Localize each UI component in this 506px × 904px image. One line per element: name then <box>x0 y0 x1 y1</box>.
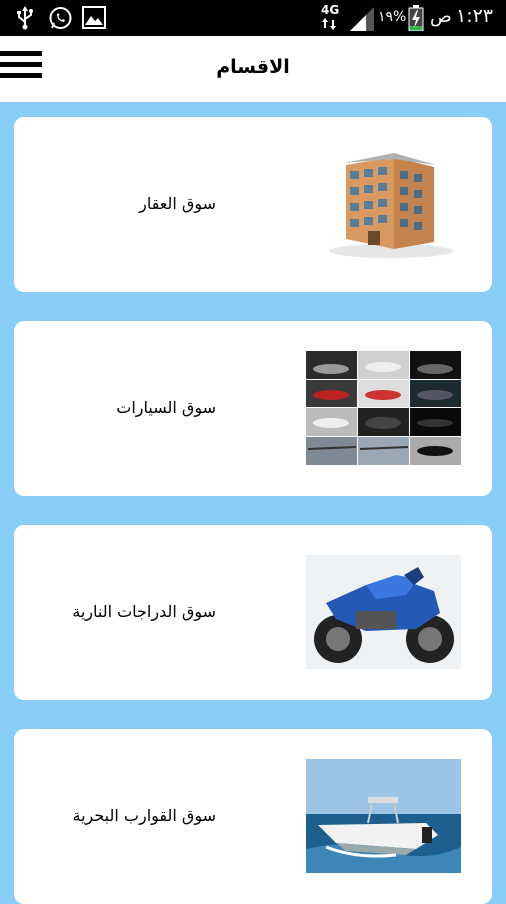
signal-icon <box>350 7 374 31</box>
data-arrows-icon <box>322 18 336 30</box>
usb-icon <box>17 6 33 30</box>
app-bar: الاقسام <box>0 36 506 102</box>
boat-image <box>306 759 461 873</box>
motorcycle-image <box>306 555 461 669</box>
page-title: الاقسام <box>216 56 290 78</box>
battery-charging-icon <box>408 5 424 31</box>
category-label: سوق الدراجات النارية <box>72 602 216 621</box>
building-image <box>306 147 461 261</box>
category-label: سوق السيارات <box>116 398 216 417</box>
status-bar: 4G ١٩% ص ١:٢٣ <box>0 0 506 36</box>
time-period-label: ص <box>430 6 452 27</box>
battery-percent-label: ١٩% <box>378 9 407 25</box>
category-list: سوق العقار سوق السيارات سوق الدراجات الن… <box>0 102 506 904</box>
whatsapp-icon <box>49 7 72 29</box>
cars-collage-image <box>306 351 461 465</box>
category-label: سوق العقار <box>139 194 216 213</box>
category-card-real-estate[interactable]: سوق العقار <box>14 117 492 292</box>
gallery-icon <box>82 6 106 29</box>
network-type-label: 4G <box>321 3 340 17</box>
clock-label: ١:٢٣ <box>456 5 494 27</box>
category-card-boats[interactable]: سوق القوارب البحرية <box>14 729 492 904</box>
category-card-cars[interactable]: سوق السيارات <box>14 321 492 496</box>
category-card-motorcycles[interactable]: سوق الدراجات النارية <box>14 525 492 700</box>
category-label: سوق القوارب البحرية <box>72 806 216 825</box>
